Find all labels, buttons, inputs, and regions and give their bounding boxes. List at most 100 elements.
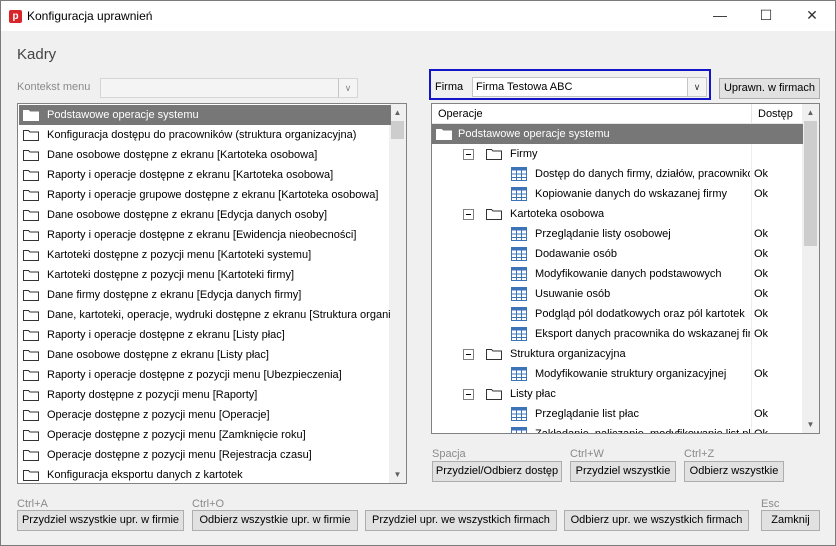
list-item[interactable]: Operacje dostępne z pozycji menu [Operac…	[19, 405, 391, 425]
list-item-label: Raporty i operacje dostępne z ekranu [Li…	[47, 329, 285, 341]
tree-item-node[interactable]: Dostęp do danych firmy, działów, pracown…	[432, 164, 803, 184]
tree-group-node[interactable]: Struktura organizacyjna	[432, 344, 803, 364]
list-item-label: Konfiguracja dostępu do pracowników (str…	[47, 129, 357, 141]
access-status: Ok	[754, 288, 769, 300]
list-item[interactable]: Dane osobowe dostępne z ekranu [Listy pł…	[19, 345, 391, 365]
tree-root-node[interactable]: Podstawowe operacje systemu	[432, 124, 803, 144]
list-item[interactable]: Kartoteki dostępne z pozycji menu [Karto…	[19, 265, 391, 285]
list-item[interactable]: Operacje dostępne z pozycji menu [Zamkni…	[19, 425, 391, 445]
operations-tree[interactable]: Operacje Dostęp ▲ ▼ Podstawowe operacje …	[431, 103, 820, 434]
list-item[interactable]: Raporty dostępne z pozycji menu [Raporty…	[19, 385, 391, 405]
table-icon	[511, 427, 527, 433]
list-item-label: Podstawowe operacje systemu	[47, 109, 199, 121]
list-item[interactable]: Raporty i operacje dostępne z ekranu [Li…	[19, 325, 391, 345]
folder-icon	[23, 449, 39, 464]
table-icon	[511, 287, 527, 304]
list-item[interactable]: Raporty i operacje dostępne z pozycji me…	[19, 365, 391, 385]
list-item[interactable]: Dane, kartoteki, operacje, wydruki dostę…	[19, 305, 391, 325]
folder-icon	[23, 209, 39, 224]
shortcut-hint: Esc	[761, 498, 780, 510]
przydziel-we-wszystkich-firmach-button[interactable]: Przydziel upr. we wszystkich firmach	[365, 510, 557, 531]
left-list-scrollbar[interactable]: ▲ ▼	[389, 104, 406, 483]
odbierz-wszystkie-w-firmie-button[interactable]: Odbierz wszystkie upr. w firmie	[192, 510, 358, 531]
odbierz-we-wszystkich-firmach-button[interactable]: Odbierz upr. we wszystkich firmach	[564, 510, 749, 531]
tree-item-node[interactable]: Przeglądanie listy osobowej Ok	[432, 224, 803, 244]
przydziel-wszystkie-w-firmie-button[interactable]: Przydziel wszystkie upr. w firmie	[17, 510, 184, 531]
tree-item-node[interactable]: Usuwanie osób Ok	[432, 284, 803, 304]
zamknij-button[interactable]: Zamknij	[761, 510, 820, 531]
tree-item-node[interactable]: Podgląd pól dodatkowych oraz pól kartote…	[432, 304, 803, 324]
list-item[interactable]: Dane osobowe dostępne z ekranu [Kartotek…	[19, 145, 391, 165]
tree-item-label: Eksport danych pracownika do wskazanej f…	[535, 328, 750, 340]
minimize-button[interactable]: —	[697, 1, 743, 31]
column-header-operacje[interactable]: Operacje	[438, 108, 483, 120]
scroll-thumb[interactable]	[391, 121, 404, 139]
chevron-down-icon[interactable]: ∨	[687, 78, 706, 96]
firma-select[interactable]: Firma Testowa ABC ∨	[472, 77, 707, 97]
list-item-label: Dane osobowe dostępne z ekranu [Edycja d…	[47, 209, 328, 221]
scroll-down-icon[interactable]: ▼	[802, 416, 819, 433]
scroll-down-icon[interactable]: ▼	[389, 466, 406, 483]
tree-group-node[interactable]: Firmy	[432, 144, 803, 164]
close-window-button[interactable]: ✕	[789, 1, 835, 31]
list-item[interactable]: Konfiguracja dostępu do pracowników (str…	[19, 125, 391, 145]
list-item[interactable]: Dane firmy dostępne z ekranu [Edycja dan…	[19, 285, 391, 305]
tree-item-node[interactable]: Modyfikowanie struktury organizacyjnej Ok	[432, 364, 803, 384]
folder-icon	[23, 469, 39, 483]
access-status: Ok	[754, 268, 769, 280]
folder-icon	[23, 389, 39, 404]
firma-value: Firma Testowa ABC	[476, 81, 573, 93]
tree-item-label: Usuwanie osób	[535, 288, 611, 300]
tree-group-node[interactable]: Kartoteka osobowa	[432, 204, 803, 224]
access-status: Ok	[754, 248, 769, 260]
tree-item-node[interactable]: Dodawanie osób Ok	[432, 244, 803, 264]
przydziel-odbierz-dostep-button[interactable]: Przydziel/Odbierz dostęp	[432, 461, 562, 482]
list-item[interactable]: Raporty i operacje dostępne z ekranu [Ka…	[19, 165, 391, 185]
list-item[interactable]: Raporty i operacje grupowe dostępne z ek…	[19, 185, 391, 205]
table-icon	[511, 407, 527, 424]
folder-icon	[23, 369, 39, 384]
title-bar: p Konfiguracja uprawnień — ☐ ✕	[1, 1, 835, 31]
list-item-label: Operacje dostępne z pozycji menu [Zamkni…	[47, 429, 306, 441]
tree-scrollbar[interactable]: ▲ ▼	[802, 104, 819, 433]
tree-item-node[interactable]: Eksport danych pracownika do wskazanej f…	[432, 324, 803, 344]
tree-item-node[interactable]: Kopiowanie danych do wskazanej firmy Ok	[432, 184, 803, 204]
tree-group-label: Listy płac	[510, 388, 556, 400]
tree-item-node[interactable]: Zakładanie, naliczanie, modyfikowanie li…	[432, 424, 803, 434]
tree-item-label: Dostęp do danych firmy, działów, pracown…	[535, 168, 750, 180]
menu-context-list[interactable]: ▲ ▼ Podstawowe operacje systemu Konfigura…	[17, 103, 407, 484]
list-item-label: Dane firmy dostępne z ekranu [Edycja dan…	[47, 289, 302, 301]
uprawnienia-w-firmach-button[interactable]: Uprawn. w firmach	[719, 78, 820, 99]
collapse-icon[interactable]	[463, 149, 474, 160]
list-item-label: Operacje dostępne z pozycji menu [Operac…	[47, 409, 270, 421]
folder-icon	[23, 169, 39, 184]
folder-icon	[23, 429, 39, 444]
folder-icon	[486, 148, 502, 163]
list-item[interactable]: Konfiguracja eksportu danych z kartotek	[19, 465, 391, 483]
tree-item-node[interactable]: Przeglądanie list płac Ok	[432, 404, 803, 424]
tree-item-label: Modyfikowanie danych podstawowych	[535, 268, 722, 280]
przydziel-wszystkie-button[interactable]: Przydziel wszystkie	[570, 461, 676, 482]
scroll-up-icon[interactable]: ▲	[389, 104, 406, 121]
scroll-up-icon[interactable]: ▲	[802, 104, 819, 121]
tree-item-node[interactable]: Modyfikowanie danych podstawowych Ok	[432, 264, 803, 284]
tree-group-node[interactable]: Listy płac	[432, 384, 803, 404]
list-item[interactable]: Raporty i operacje dostępne z ekranu [Ew…	[19, 225, 391, 245]
list-item[interactable]: Podstawowe operacje systemu	[19, 105, 391, 125]
scroll-thumb[interactable]	[804, 121, 817, 246]
list-item[interactable]: Operacje dostępne z pozycji menu [Rejest…	[19, 445, 391, 465]
list-item[interactable]: Dane osobowe dostępne z ekranu [Edycja d…	[19, 205, 391, 225]
odbierz-wszystkie-button[interactable]: Odbierz wszystkie	[684, 461, 784, 482]
tree-item-label: Zakładanie, naliczanie, modyfikowanie li…	[535, 428, 750, 434]
list-item[interactable]: Kartoteki dostępne z pozycji menu [Karto…	[19, 245, 391, 265]
list-item-label: Dane osobowe dostępne z ekranu [Kartotek…	[47, 149, 318, 161]
tree-group-label: Firmy	[510, 148, 538, 160]
list-item-label: Raporty i operacje grupowe dostępne z ek…	[47, 189, 379, 201]
collapse-icon[interactable]	[463, 209, 474, 220]
tree-item-label: Dodawanie osób	[535, 248, 617, 260]
collapse-icon[interactable]	[463, 389, 474, 400]
table-icon	[511, 187, 527, 204]
collapse-icon[interactable]	[463, 349, 474, 360]
maximize-button[interactable]: ☐	[743, 1, 789, 31]
column-header-dostep[interactable]: Dostęp	[758, 108, 793, 120]
